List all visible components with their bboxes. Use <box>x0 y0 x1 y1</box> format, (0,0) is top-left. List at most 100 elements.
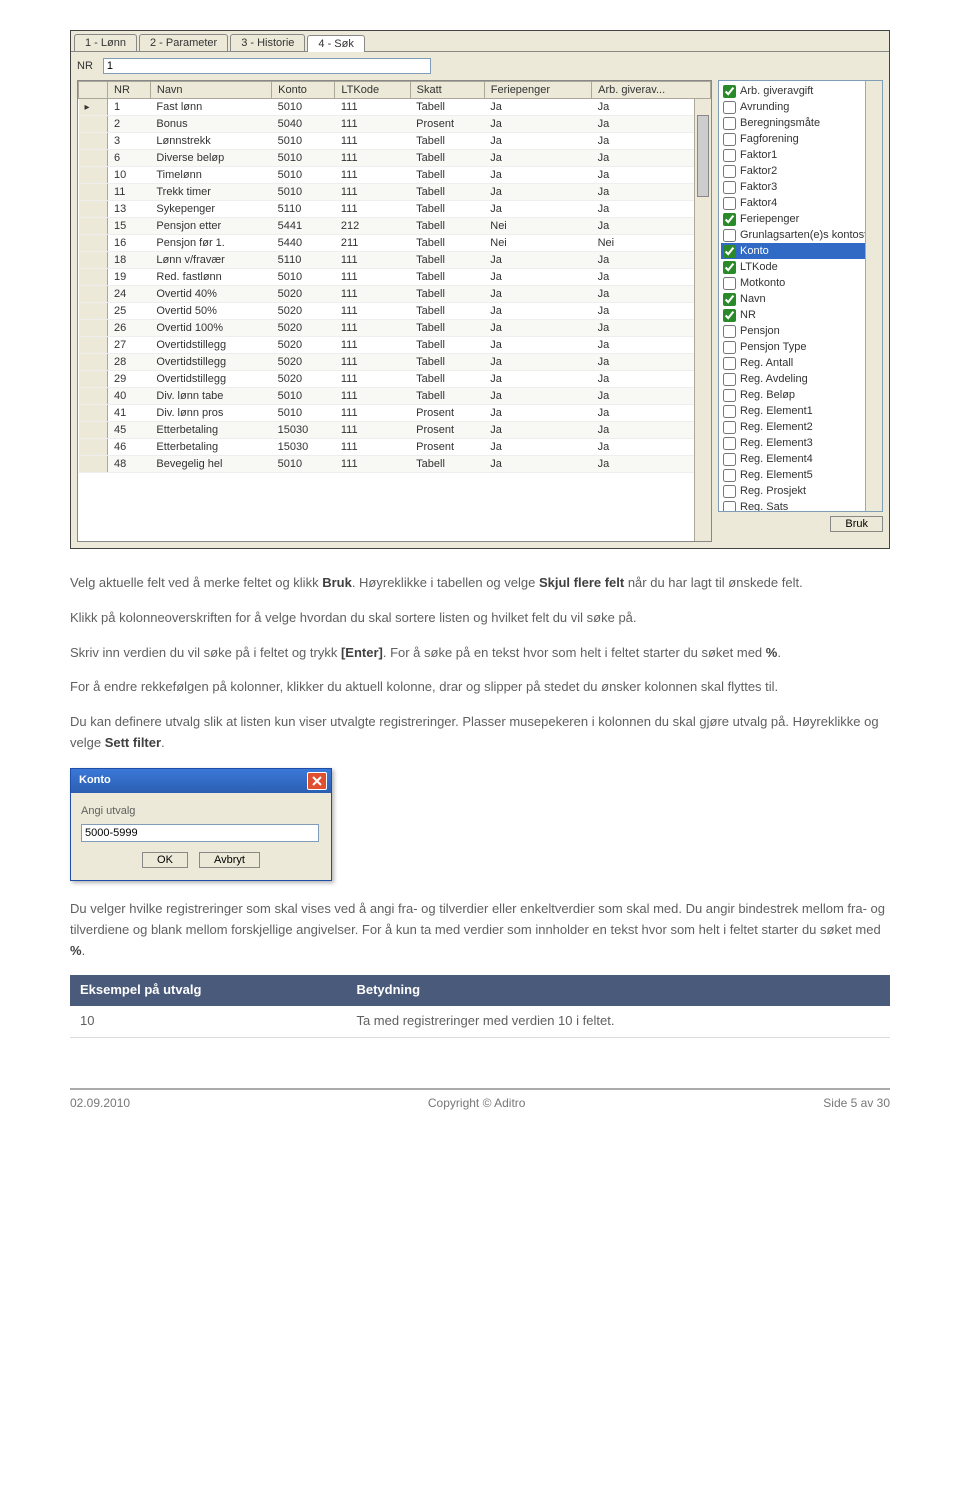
checkbox[interactable] <box>723 453 736 466</box>
cancel-button[interactable]: Avbryt <box>199 852 260 868</box>
checkbox[interactable] <box>723 133 736 146</box>
checklist-item[interactable]: Fagforening <box>721 131 880 147</box>
table-row[interactable]: 6Diverse beløp5010111TabellJaJa <box>79 150 711 167</box>
checkbox[interactable] <box>723 373 736 386</box>
checkbox[interactable] <box>723 437 736 450</box>
table-row[interactable]: 2Bonus5040111ProsentJaJa <box>79 116 711 133</box>
checkbox[interactable] <box>723 245 736 258</box>
grid-vertical-scrollbar[interactable] <box>694 99 711 541</box>
ok-button[interactable]: OK <box>142 852 188 868</box>
checklist-item[interactable]: Reg. Element5 <box>721 467 880 483</box>
checkbox[interactable] <box>723 405 736 418</box>
table-row[interactable]: 27Overtidstillegg5020111TabellJaJa <box>79 337 711 354</box>
table-row[interactable]: 19Red. fastlønn5010111TabellJaJa <box>79 269 711 286</box>
table-row[interactable]: 26Overtid 100%5020111TabellJaJa <box>79 320 711 337</box>
table-row[interactable]: 18Lønn v/fravær5110111TabellJaJa <box>79 252 711 269</box>
checkbox[interactable] <box>723 485 736 498</box>
checklist-item[interactable]: Beregningsmåte <box>721 115 880 131</box>
checkbox[interactable] <box>723 341 736 354</box>
table-row[interactable]: 3Lønnstrekk5010111TabellJaJa <box>79 133 711 150</box>
checkbox[interactable] <box>723 181 736 194</box>
row-marker <box>79 269 108 286</box>
checkbox[interactable] <box>723 389 736 402</box>
checklist-item[interactable]: Reg. Element2 <box>721 419 880 435</box>
tab[interactable]: 4 - Søk <box>307 35 364 52</box>
checklist-item[interactable]: Pensjon Type <box>721 339 880 355</box>
table-row[interactable]: 13Sykepenger5110111TabellJaJa <box>79 201 711 218</box>
checklist-item[interactable]: Arb. giveravgift <box>721 83 880 99</box>
checklist-item[interactable]: Reg. Sats <box>721 499 880 512</box>
checklist-item[interactable]: LTKode <box>721 259 880 275</box>
table-row[interactable]: 41Div. lønn pros5010111ProsentJaJa <box>79 405 711 422</box>
checkbox[interactable] <box>723 277 736 290</box>
table-row[interactable]: 10Timelønn5010111TabellJaJa <box>79 167 711 184</box>
checkbox[interactable] <box>723 469 736 482</box>
column-header[interactable]: Skatt <box>410 82 484 99</box>
checklist-item[interactable]: Reg. Element1 <box>721 403 880 419</box>
checklist-item[interactable]: Reg. Element3 <box>721 435 880 451</box>
table-row[interactable]: 11Trekk timer5010111TabellJaJa <box>79 184 711 201</box>
checklist-item[interactable]: Reg. Beløp <box>721 387 880 403</box>
checklist-item[interactable]: Faktor4 <box>721 195 880 211</box>
table-row[interactable]: 15Pensjon etter5441212TabellNeiJa <box>79 218 711 235</box>
column-header[interactable]: Arb. giverav... <box>592 82 711 99</box>
checkbox[interactable] <box>723 213 736 226</box>
checkbox[interactable] <box>723 293 736 306</box>
dialog-input[interactable] <box>81 824 319 842</box>
tab[interactable]: 2 - Parameter <box>139 34 228 51</box>
data-grid[interactable]: NRNavnKontoLTKodeSkattFeriepengerArb. gi… <box>77 80 712 542</box>
column-header[interactable]: NR <box>108 82 151 99</box>
checkbox[interactable] <box>723 85 736 98</box>
table-row[interactable]: 29Overtidstillegg5020111TabellJaJa <box>79 371 711 388</box>
checklist-item[interactable]: Faktor3 <box>721 179 880 195</box>
apply-button[interactable]: Bruk <box>830 516 883 532</box>
cell: 111 <box>335 133 410 150</box>
checkbox[interactable] <box>723 261 736 274</box>
table-row[interactable]: 45Etterbetaling15030111ProsentJaJa <box>79 422 711 439</box>
checkbox[interactable] <box>723 101 736 114</box>
checklist-item[interactable]: Navn <box>721 291 880 307</box>
checklist-item[interactable]: NR <box>721 307 880 323</box>
cell: 5020 <box>272 320 335 337</box>
checklist-item[interactable]: Faktor1 <box>721 147 880 163</box>
checkbox[interactable] <box>723 149 736 162</box>
checklist-scrollbar[interactable] <box>865 81 882 511</box>
table-row[interactable]: 1Fast lønn5010111TabellJaJa <box>79 99 711 116</box>
checkbox[interactable] <box>723 309 736 322</box>
checklist-item[interactable]: Grunlagsarten(e)s kontostr <box>721 227 880 243</box>
checkbox[interactable] <box>723 229 736 242</box>
table-row[interactable]: 16Pensjon før 1.5440211TabellNeiNei <box>79 235 711 252</box>
filter-input[interactable] <box>103 58 431 74</box>
checklist-item[interactable]: Reg. Element4 <box>721 451 880 467</box>
table-row[interactable]: 28Overtidstillegg5020111TabellJaJa <box>79 354 711 371</box>
column-header[interactable]: LTKode <box>335 82 410 99</box>
checkbox[interactable] <box>723 165 736 178</box>
tab[interactable]: 3 - Historie <box>230 34 305 51</box>
column-header[interactable]: Konto <box>272 82 335 99</box>
table-row[interactable]: 40Div. lønn tabe5010111TabellJaJa <box>79 388 711 405</box>
checkbox[interactable] <box>723 421 736 434</box>
field-checklist[interactable]: Arb. giveravgiftAvrundingBeregningsmåteF… <box>718 80 883 512</box>
checkbox[interactable] <box>723 117 736 130</box>
checkbox[interactable] <box>723 357 736 370</box>
checkbox[interactable] <box>723 501 736 513</box>
checklist-item[interactable]: Avrunding <box>721 99 880 115</box>
checklist-item[interactable]: Reg. Prosjekt <box>721 483 880 499</box>
table-row[interactable]: 25Overtid 50%5020111TabellJaJa <box>79 303 711 320</box>
column-header[interactable]: Feriepenger <box>484 82 591 99</box>
table-row[interactable]: 46Etterbetaling15030111ProsentJaJa <box>79 439 711 456</box>
checkbox[interactable] <box>723 197 736 210</box>
table-row[interactable]: 48Bevegelig hel5010111TabellJaJa <box>79 456 711 473</box>
checklist-item[interactable]: Reg. Avdeling <box>721 371 880 387</box>
checklist-item[interactable]: Pensjon <box>721 323 880 339</box>
checklist-item[interactable]: Reg. Antall <box>721 355 880 371</box>
close-icon[interactable] <box>307 772 327 790</box>
column-header[interactable]: Navn <box>150 82 271 99</box>
tab[interactable]: 1 - Lønn <box>74 34 137 51</box>
table-row[interactable]: 24Overtid 40%5020111TabellJaJa <box>79 286 711 303</box>
checklist-item[interactable]: Faktor2 <box>721 163 880 179</box>
checklist-item[interactable]: Motkonto <box>721 275 880 291</box>
checkbox[interactable] <box>723 325 736 338</box>
checklist-item[interactable]: Konto <box>721 243 880 259</box>
checklist-item[interactable]: Feriepenger <box>721 211 880 227</box>
